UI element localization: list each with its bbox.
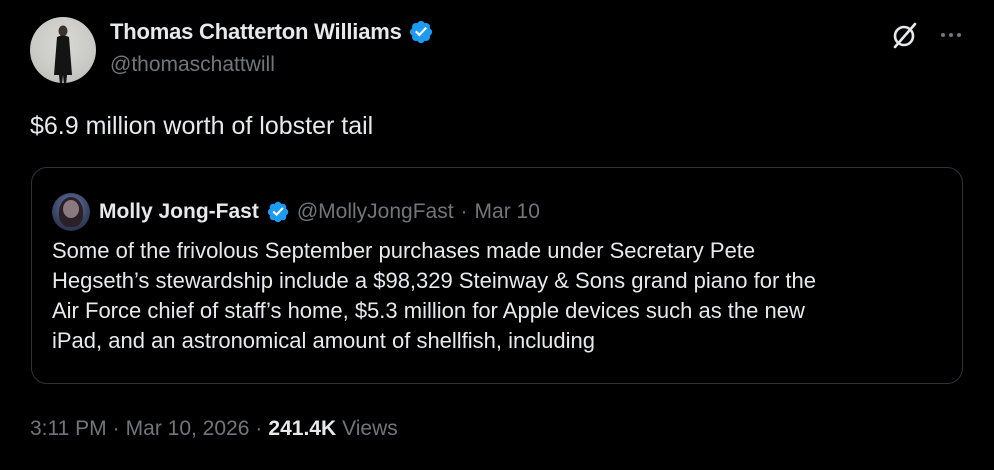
quoted-text-line: iPad, and an astronomical amount of shel… [52, 328, 595, 353]
quoted-text-line: Some of the frivolous September purchase… [52, 238, 756, 263]
quoted-tweet-date[interactable]: Mar 10 [475, 200, 540, 224]
meta-separator: · [255, 417, 263, 440]
quoted-separator: · [460, 200, 468, 223]
author-header: Thomas Chatterton Williams [110, 19, 434, 45]
tweet-text: $6.9 million worth of lobster tail [30, 112, 374, 140]
tweet-time[interactable]: 3:11 PM [30, 417, 107, 441]
avatar-figure-graphic [54, 25, 72, 83]
quoted-avatar-face-graphic [63, 200, 79, 218]
quoted-tweet-header: Molly Jong-Fast @MollyJongFast · Mar 10 [52, 193, 540, 231]
tweet-card: Thomas Chatterton Williams @thomaschattw… [0, 0, 994, 470]
author-avatar[interactable] [30, 17, 96, 83]
verified-badge-icon [267, 201, 289, 223]
tweet-date[interactable]: Mar 10, 2026 [126, 417, 250, 441]
tweet-top-actions [890, 20, 964, 50]
author-handle[interactable]: @thomaschattwill [110, 53, 275, 77]
quoted-tweet[interactable]: Molly Jong-Fast @MollyJongFast · Mar 10 … [31, 167, 963, 384]
quoted-author-avatar[interactable] [52, 193, 90, 231]
author-name[interactable]: Thomas Chatterton Williams [110, 19, 402, 45]
tweet-meta: 3:11 PM · Mar 10, 2026 · 241.4K Views [30, 417, 398, 441]
quoted-author-name[interactable]: Molly Jong-Fast [99, 200, 259, 224]
quoted-author-handle[interactable]: @MollyJongFast [297, 200, 454, 224]
verified-badge-icon [409, 20, 432, 44]
views-count: 241.4K [268, 417, 337, 440]
grok-icon[interactable] [890, 20, 920, 50]
views-label: Views [342, 417, 398, 440]
quoted-text-line: Hegseth’s stewardship include a $98,329 … [52, 268, 816, 293]
quoted-tweet-text: Some of the frivolous September purchase… [52, 236, 952, 356]
more-options-icon[interactable] [938, 22, 964, 48]
quoted-text-line: Air Force chief of staff’s home, $5.3 mi… [52, 298, 805, 323]
meta-separator: · [112, 417, 120, 440]
